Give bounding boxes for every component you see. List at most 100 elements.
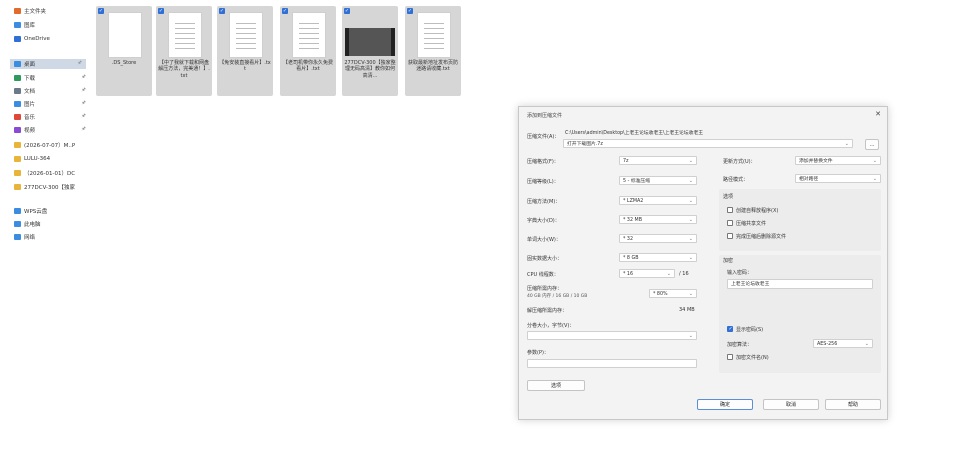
file-item[interactable]: ✓ 【免安装直接看片】.txt	[217, 6, 273, 96]
selected-checkbox[interactable]: ✓	[344, 8, 350, 14]
sidebar-item-label: 主文件夹	[24, 9, 47, 15]
cancel-button[interactable]: 取消	[763, 399, 819, 410]
level-value: 5 - 标准压缩	[623, 179, 651, 184]
selected-checkbox[interactable]: ✓	[282, 8, 288, 14]
solid-value: * 8 GB	[623, 256, 639, 261]
options-group-title: 选项	[723, 194, 734, 200]
sidebar-item[interactable]: 图片 🖈	[14, 99, 90, 109]
sfx-checkbox[interactable]	[727, 207, 733, 213]
sidebar-item-label: 文档	[24, 89, 36, 95]
selected-checkbox[interactable]: ✓	[158, 8, 164, 14]
options-button[interactable]: 选项	[527, 380, 585, 391]
dict-value: * 32 MB	[623, 218, 642, 223]
sidebar-item[interactable]: 视频 🖈	[14, 125, 90, 135]
selected-checkbox[interactable]: ✓	[219, 8, 225, 14]
solid-label: 固实数据大小：	[527, 256, 563, 262]
enc-method-select[interactable]: AES-256 ⌄	[813, 339, 873, 348]
sidebar-item-label: 277DCV-300【独家	[24, 185, 75, 191]
pin-icon[interactable]: 🖈	[81, 100, 86, 108]
selected-checkbox[interactable]: ✓	[98, 8, 104, 14]
show-password-label: 显示密码(S)	[736, 327, 764, 333]
chevron-down-icon: ⌄	[872, 176, 877, 182]
sidebar-item[interactable]: 网络	[14, 232, 90, 242]
help-button[interactable]: 帮助	[825, 399, 881, 410]
sidebar-item[interactable]: 音乐 🖈	[14, 112, 90, 122]
sidebar-item[interactable]: 此电脑	[14, 219, 90, 229]
password-input[interactable]: 上老王论坛收老王	[727, 279, 873, 289]
sidebar-item-label: WPS云盘	[24, 209, 48, 215]
method-select[interactable]: * LZMA2 ⌄	[619, 196, 697, 205]
mem-label: 压缩所需内存：	[527, 286, 563, 292]
gallery-icon	[14, 22, 21, 28]
format-select[interactable]: 7z ⌄	[619, 156, 697, 165]
update-select[interactable]: 添加并替换文件 ⌄	[795, 156, 881, 165]
params-input[interactable]	[527, 359, 697, 368]
sidebar-item[interactable]: 图库	[14, 20, 90, 30]
sidebar-item[interactable]: 277DCV-300【独家	[14, 182, 90, 192]
show-password-checkbox[interactable]	[727, 326, 733, 332]
level-label: 压缩等级(L)：	[527, 179, 559, 185]
add-to-archive-dialog: 添加到压缩文件 ✕ 压缩文件(A)： C:\Users\admin\Deskto…	[518, 106, 888, 420]
text-file-icon	[417, 12, 451, 58]
pin-icon[interactable]: 🖈	[81, 74, 86, 82]
chevron-down-icon: ⌄	[688, 333, 693, 339]
sidebar-item[interactable]: （2026-01-01）DC	[14, 168, 90, 178]
threads-select[interactable]: * 16 ⌄	[619, 269, 675, 278]
update-value: 添加并替换文件	[799, 159, 833, 164]
close-icon[interactable]: ✕	[875, 110, 881, 118]
method-label: 压缩方法(M)：	[527, 199, 561, 205]
sidebar-item-label: 视频	[24, 128, 36, 134]
browse-button[interactable]: ...	[865, 139, 879, 150]
sidebar-item-label: 下载	[24, 76, 36, 82]
dict-label: 字典大小(D)：	[527, 218, 560, 224]
chevron-down-icon: ⌄	[844, 141, 849, 147]
dict-select[interactable]: * 32 MB ⌄	[619, 215, 697, 224]
sidebar-item[interactable]: 主文件夹	[14, 6, 90, 16]
shared-files-checkbox[interactable]	[727, 220, 733, 226]
chevron-down-icon: ⌄	[872, 158, 877, 164]
file-item[interactable]: ✓ 【老司机带你永久免费看片】.txt	[280, 6, 336, 96]
chevron-down-icon: ⌄	[688, 178, 693, 184]
network-icon	[14, 234, 21, 240]
pin-icon[interactable]: 🖈	[77, 60, 82, 68]
pin-icon[interactable]: 🖈	[81, 126, 86, 134]
sidebar-item[interactable]: WPS云盘	[14, 206, 90, 216]
file-item[interactable]: ✓ 获取最新地址发布页防迷路请收藏.txt	[405, 6, 461, 96]
params-label: 参数(P)：	[527, 350, 549, 356]
sidebar-item-label: 音乐	[24, 115, 36, 121]
ok-button[interactable]: 确定	[697, 399, 753, 410]
level-select[interactable]: 5 - 标准压缩 ⌄	[619, 176, 697, 185]
file-name: .DS_Store	[111, 60, 137, 66]
method-value: * LZMA2	[623, 199, 644, 204]
encrypt-names-checkbox[interactable]	[727, 354, 733, 360]
chevron-down-icon: ⌄	[666, 271, 671, 277]
mem-value: * 80%	[653, 292, 668, 297]
selected-checkbox[interactable]: ✓	[407, 8, 413, 14]
sidebar-item-label: （2026-01-01）DC	[24, 171, 76, 177]
sidebar-item[interactable]: 文档 🖈	[14, 86, 90, 96]
pin-icon[interactable]: 🖈	[81, 113, 86, 121]
mem-select[interactable]: * 80% ⌄	[649, 289, 697, 298]
path-mode-select[interactable]: 相对路径 ⌄	[795, 174, 881, 183]
word-select[interactable]: * 32 ⌄	[619, 234, 697, 243]
password-value: 上老王论坛收老王	[731, 282, 770, 287]
sidebar-item[interactable]: 桌面 🖈	[10, 59, 86, 69]
pin-icon[interactable]: 🖈	[81, 87, 86, 95]
sidebar-item[interactable]: LULU-364	[14, 154, 90, 164]
file-item[interactable]: ✓ 【中了我就下载和网盘解压方法，完美通！】.txt	[156, 6, 212, 96]
chevron-down-icon: ⌄	[688, 236, 693, 242]
sidebar-item[interactable]: OneDrive	[14, 34, 90, 44]
delete-after-checkbox[interactable]	[727, 233, 733, 239]
file-name: 【老司机带你永久免费看片】.txt	[282, 60, 333, 73]
sidebar-item[interactable]: 下载 🖈	[14, 73, 90, 83]
sidebar-item-label: 桌面	[24, 62, 36, 68]
sidebar-item[interactable]: (2026-07-07）M..P	[14, 140, 90, 150]
file-item[interactable]: ✓ .DS_Store	[96, 6, 152, 96]
file-item[interactable]: ✓ 277DCV-300【独家整理无码高清】教你如何高清...	[342, 6, 398, 96]
archive-name-input[interactable]: 打开下载图片.7z ⌄	[563, 139, 853, 148]
folder-icon	[14, 184, 21, 190]
split-select[interactable]: ⌄	[527, 331, 697, 340]
solid-select[interactable]: * 8 GB ⌄	[619, 253, 697, 262]
file-name: 【中了我就下载和网盘解压方法，完美通！】.txt	[158, 60, 210, 79]
decomp-value: 34 MB	[679, 307, 695, 313]
